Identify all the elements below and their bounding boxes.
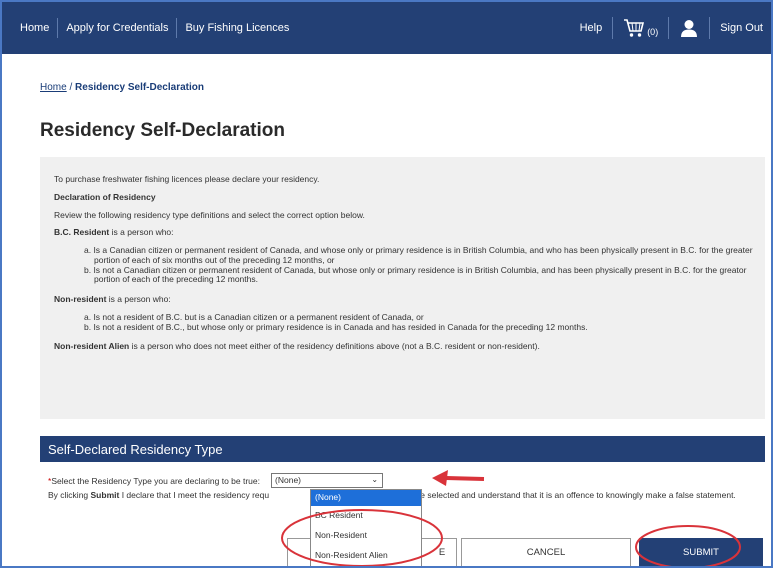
bc-resident-criteria: a. Is a Canadian citizen or permanent re… <box>84 245 765 285</box>
non-resident-criteria: a. Is not a resident of B.C. but is a Ca… <box>84 312 765 333</box>
back-button-label: E <box>438 547 446 558</box>
dropdown-option-bc-resident[interactable]: BC Resident <box>311 506 421 526</box>
nav-link-home[interactable]: Home <box>12 18 59 38</box>
dropdown-option-none[interactable]: (None) <box>311 490 421 506</box>
info-review: Review the following residency type defi… <box>54 209 365 220</box>
annotation-arrow-icon <box>432 470 485 486</box>
bc-resident-term: B.C. Resident <box>54 227 110 238</box>
alien-term: Non-resident Alien <box>54 341 130 352</box>
cart-icon <box>624 19 645 37</box>
breadcrumb-home-link[interactable]: Home <box>40 82 67 93</box>
non-resident-definition: Non-resident is a person who: <box>54 294 765 305</box>
non-resident-term: Non-resident <box>54 294 107 305</box>
breadcrumb-separator: / <box>66 82 76 93</box>
residency-select-row: * Select the Residency Type you are decl… <box>48 473 384 488</box>
dropdown-option-non-resident-alien[interactable]: Non-Resident Alien <box>311 546 421 566</box>
sign-out-link[interactable]: Sign Out <box>709 17 771 39</box>
declaration-end: cy type selected and understand that it … <box>398 490 736 500</box>
chevron-down-icon: ⌄ <box>371 475 379 484</box>
top-navigation-bar: Home Apply for Credentials Buy Fishing L… <box>2 2 771 54</box>
breadcrumb: Home / Residency Self-Declaration <box>40 82 204 93</box>
residency-dropdown-list: (None) BC Resident Non-Resident Non-Resi… <box>310 489 422 566</box>
breadcrumb-current: Residency Self-Declaration <box>75 82 204 93</box>
section-header: Self-Declared Residency Type <box>40 436 765 462</box>
nav-link-apply-credentials[interactable]: Apply for Credentials <box>58 18 178 38</box>
non-resident-rest: is a person who: <box>106 294 171 305</box>
cancel-button[interactable]: CANCEL <box>461 538 631 566</box>
declaration-submit-word: Submit <box>90 490 120 500</box>
info-intro: To purchase freshwater fishing licences … <box>54 174 320 184</box>
nav-link-buy-fishing-licences[interactable]: Buy Fishing Licences <box>177 18 297 38</box>
bc-resident-definition: B.C. Resident is a person who: <box>54 227 765 238</box>
declaration-prefix: By clicking <box>48 490 91 500</box>
bc-resident-rest: is a person who: <box>109 227 174 238</box>
alien-definition: Non-resident Alien is a person who does … <box>54 342 765 352</box>
info-heading: Declaration of Residency <box>54 191 156 202</box>
page-frame: Home Apply for Credentials Buy Fishing L… <box>0 0 773 568</box>
user-icon <box>681 20 698 37</box>
residency-select-value: (None) <box>275 475 301 485</box>
alien-rest: is a person who does not meet either of … <box>129 341 540 352</box>
account-button[interactable] <box>668 17 709 39</box>
page-title: Residency Self-Declaration <box>40 120 285 141</box>
residency-select-label: Select the Residency Type you are declar… <box>51 475 261 486</box>
cart-button[interactable]: (0) <box>612 17 668 39</box>
residency-info-panel: To purchase freshwater fishing licences … <box>40 157 765 419</box>
declaration-start: I declare that I meet the residency requ <box>119 490 270 500</box>
nr-criterion-b: b. Is not a resident of B.C., but whose … <box>84 321 588 332</box>
dropdown-option-non-resident[interactable]: Non-Resident <box>311 526 421 546</box>
help-link[interactable]: Help <box>570 17 613 39</box>
bc-criterion-a: a. Is a Canadian citizen or permanent re… <box>84 245 753 265</box>
submit-button[interactable]: SUBMIT <box>639 538 763 566</box>
bc-criterion-b: b. Is not a Canadian citizen or permanen… <box>84 264 747 285</box>
cart-count: (0) <box>647 27 659 37</box>
residency-type-select[interactable]: (None) ⌄ <box>271 473 384 488</box>
